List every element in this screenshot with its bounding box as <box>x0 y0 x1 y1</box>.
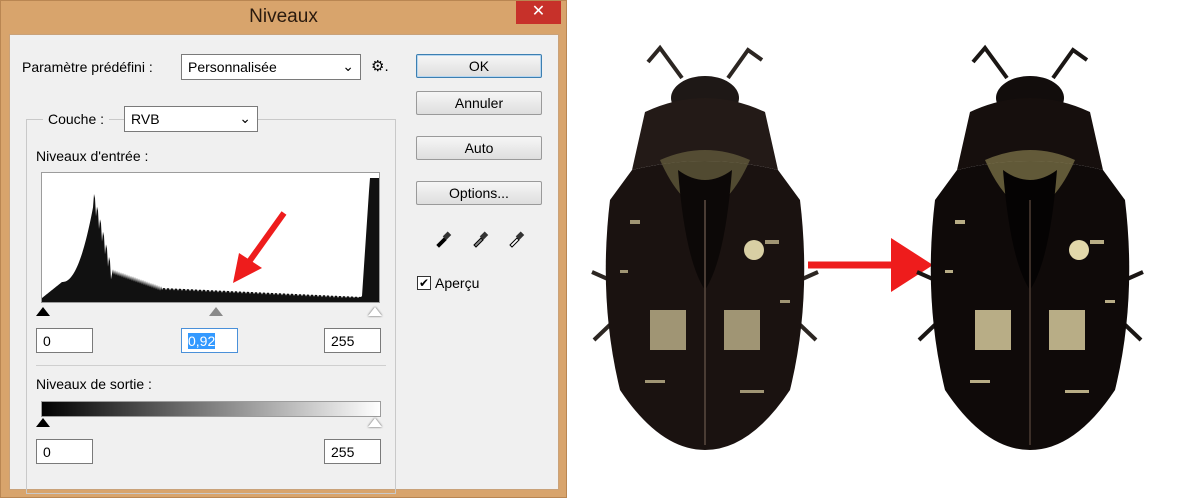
levels-dialog: Niveaux ✕ Paramètre prédéfini : Personna… <box>0 0 567 498</box>
annotation-arrow-icon <box>233 211 287 283</box>
beetle-after-image <box>916 44 1144 450</box>
before-after-comparison <box>580 0 1181 498</box>
beetle-before-image <box>591 44 819 450</box>
